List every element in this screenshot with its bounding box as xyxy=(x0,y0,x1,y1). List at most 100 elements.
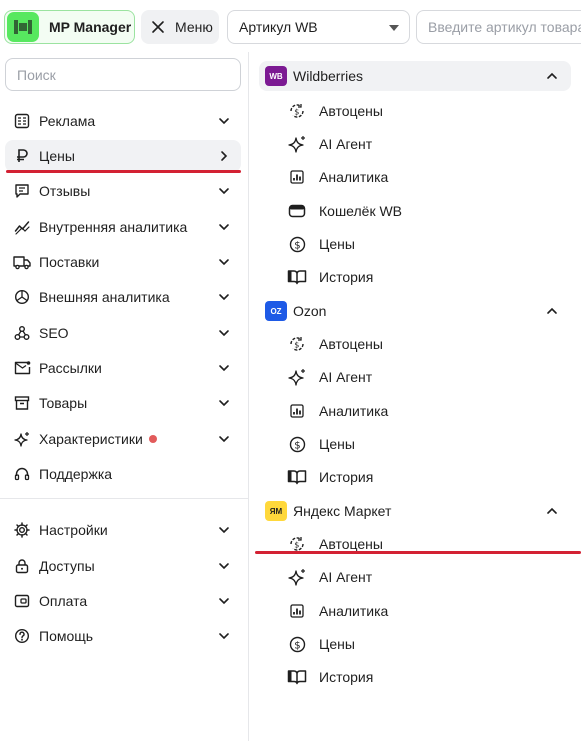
sidebar-item-label: SEO xyxy=(39,325,69,341)
sub-item-label: Автоцены xyxy=(319,336,383,352)
sidebar-item-internal-analytics[interactable]: Внутренняя аналитика xyxy=(5,211,241,243)
sidebar-divider xyxy=(0,498,248,499)
chevron-down-icon xyxy=(219,598,229,605)
bar-chart-icon xyxy=(287,167,307,187)
menu-label: Меню xyxy=(175,19,213,35)
bar-chart-icon xyxy=(287,601,307,621)
article-input[interactable] xyxy=(416,10,581,44)
trend-icon xyxy=(13,218,31,236)
wb-prices-item[interactable]: $ Цены xyxy=(287,230,355,258)
wildberries-badge: WB xyxy=(265,66,287,86)
sidebar-item-label: Настройки xyxy=(39,522,108,538)
bar-chart-icon xyxy=(287,401,307,421)
sidebar-item-help[interactable]: Помощь xyxy=(5,620,241,652)
svg-text:$: $ xyxy=(294,240,300,251)
wb-history-item[interactable]: История xyxy=(287,263,373,291)
marketplace-select[interactable]: Артикул WB xyxy=(227,10,410,44)
dollar-icon: $ xyxy=(287,634,307,654)
ozon-autoprices-item[interactable]: $ Автоцены xyxy=(287,330,383,358)
sub-item-label: История xyxy=(319,269,374,285)
sidebar-item-prices[interactable]: Цены xyxy=(5,140,241,172)
sidebar-item-characteristics[interactable]: Характеристики xyxy=(5,423,241,455)
menu-toggle-button[interactable]: Меню xyxy=(141,10,219,44)
sub-item-label: Аналитика xyxy=(319,403,389,419)
group-yandex-market[interactable]: ЯМ Яндекс Маркет xyxy=(259,496,571,526)
ym-prices-item[interactable]: $ Цены xyxy=(287,630,355,658)
submenu-panel: WB Wildberries $ Автоцены AI Агент Анали… xyxy=(249,52,581,741)
logo-button[interactable]: MP Manager xyxy=(4,10,135,44)
sub-item-label: AI Агент xyxy=(319,136,373,152)
svg-text:$: $ xyxy=(294,541,299,550)
svg-text:$: $ xyxy=(294,108,299,117)
notification-dot xyxy=(148,435,157,443)
wb-analytics-item[interactable]: Аналитика xyxy=(287,163,388,191)
sidebar: Реклама Цены Отзывы Внутренняя аналитика… xyxy=(0,52,249,741)
message-icon xyxy=(13,182,31,200)
ym-ai-agent-item[interactable]: AI Агент xyxy=(287,563,372,591)
megaphone-icon xyxy=(13,112,31,130)
webhook-icon xyxy=(13,324,31,342)
sidebar-item-access[interactable]: Доступы xyxy=(5,550,241,582)
ym-history-item[interactable]: История xyxy=(287,663,373,691)
highlight-underline xyxy=(255,551,581,554)
sparkle-icon xyxy=(287,134,307,154)
sidebar-item-ads[interactable]: Реклама xyxy=(5,105,241,137)
sidebar-item-support[interactable]: Поддержка xyxy=(5,458,241,490)
sidebar-item-label: Внешняя аналитика xyxy=(39,289,170,305)
wb-ai-agent-item[interactable]: AI Агент xyxy=(287,130,372,158)
marketplace-select-value: Артикул WB xyxy=(239,19,318,35)
ym-analytics-item[interactable]: Аналитика xyxy=(287,597,388,625)
chevron-down-icon xyxy=(219,259,229,266)
wb-autoprices-item[interactable]: $ Автоцены xyxy=(287,97,383,125)
auto-price-icon: $ xyxy=(287,334,307,354)
sidebar-item-label: Характеристики xyxy=(39,431,143,447)
truck-icon xyxy=(13,253,31,271)
barcode-logo-icon xyxy=(7,12,39,42)
sidebar-item-external-analytics[interactable]: Внешняя аналитика xyxy=(5,281,241,313)
auto-price-icon: $ xyxy=(287,101,307,121)
wallet-icon xyxy=(287,201,307,221)
help-icon xyxy=(13,627,31,645)
dollar-icon: $ xyxy=(287,434,307,454)
svg-text:$: $ xyxy=(294,440,300,451)
svg-text:$: $ xyxy=(294,341,299,350)
top-bar: MP Manager Меню Артикул WB xyxy=(0,0,581,52)
svg-text:$: $ xyxy=(294,640,300,651)
sidebar-item-label: Поставки xyxy=(39,254,100,270)
search-input[interactable] xyxy=(5,58,241,91)
sparkle-icon xyxy=(13,430,31,448)
sub-item-label: Аналитика xyxy=(319,603,389,619)
chevron-down-icon xyxy=(219,400,229,407)
sidebar-item-mailings[interactable]: Рассылки xyxy=(5,352,241,384)
ozon-badge: OZ xyxy=(265,301,287,321)
ruble-icon xyxy=(13,147,31,165)
sub-item-label: История xyxy=(319,669,374,685)
chevron-up-icon xyxy=(547,307,557,314)
sidebar-item-supplies[interactable]: Поставки xyxy=(5,246,241,278)
sidebar-item-label: Рассылки xyxy=(39,360,102,376)
ozon-prices-item[interactable]: $ Цены xyxy=(287,430,355,458)
yandex-market-badge: ЯМ xyxy=(265,501,287,521)
chevron-down-icon xyxy=(219,188,229,195)
ozon-ai-agent-item[interactable]: AI Агент xyxy=(287,363,372,391)
sidebar-item-settings[interactable]: Настройки xyxy=(5,514,241,546)
wb-wallet-item[interactable]: Кошелёк WB xyxy=(287,197,402,225)
sidebar-item-products[interactable]: Товары xyxy=(5,387,241,419)
sidebar-item-reviews[interactable]: Отзывы xyxy=(5,175,241,207)
group-title: Яндекс Маркет xyxy=(293,503,392,519)
ozon-analytics-item[interactable]: Аналитика xyxy=(287,397,388,425)
ozon-history-item[interactable]: История xyxy=(287,463,373,491)
sidebar-item-label: Товары xyxy=(39,395,88,411)
chevron-up-icon xyxy=(547,507,557,514)
logo-text: MP Manager xyxy=(49,19,132,35)
chevron-right-icon xyxy=(221,151,228,161)
chevron-down-icon xyxy=(219,118,229,125)
sub-item-label: AI Агент xyxy=(319,569,373,585)
group-wildberries[interactable]: WB Wildberries xyxy=(259,61,571,91)
sub-item-label: История xyxy=(319,469,374,485)
pie-chart-icon xyxy=(13,288,31,306)
group-ozon[interactable]: OZ Ozon xyxy=(259,296,571,326)
sidebar-item-payment[interactable]: Оплата xyxy=(5,585,241,617)
sidebar-item-seo[interactable]: SEO xyxy=(5,317,241,349)
sidebar-item-label: Помощь xyxy=(39,628,94,644)
